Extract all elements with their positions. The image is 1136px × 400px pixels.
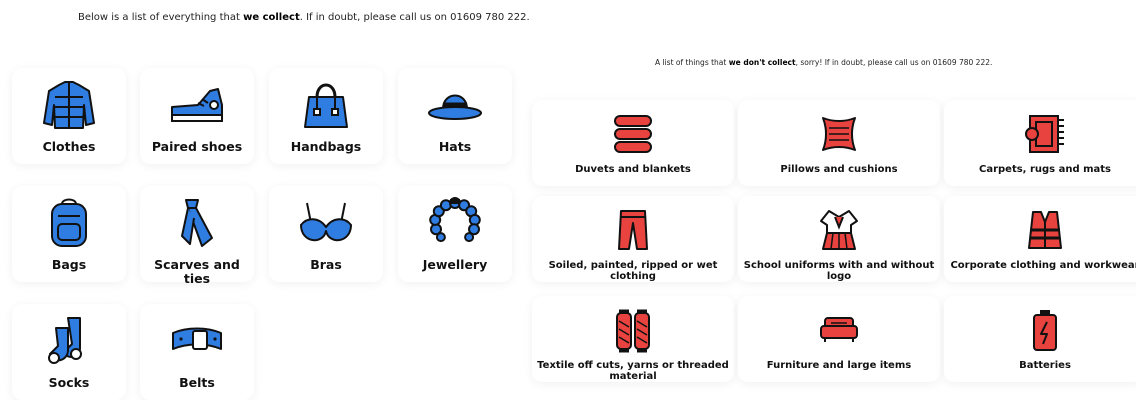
item-label: Hats bbox=[438, 139, 472, 154]
item-label: Belts bbox=[179, 375, 215, 390]
dont-collect-item-carpets: Carpets, rugs and mats bbox=[944, 100, 1136, 186]
bra-icon bbox=[297, 196, 355, 250]
collect-item-clothes: Clothes bbox=[12, 68, 126, 164]
item-label: Bras bbox=[310, 257, 342, 272]
rug-icon bbox=[1022, 110, 1068, 158]
belt-icon bbox=[167, 314, 227, 368]
collect-item-scarves-and-ties: Scarves and ties bbox=[140, 186, 254, 285]
item-label: Corporate clothing and workwear bbox=[950, 260, 1136, 271]
collect-item-bags: Bags bbox=[12, 186, 126, 282]
item-label: Handbags bbox=[290, 139, 362, 154]
trousers-icon bbox=[615, 206, 651, 254]
collect-item-bras: Bras bbox=[269, 186, 383, 282]
jacket-icon bbox=[41, 78, 97, 132]
necklace-icon bbox=[428, 196, 482, 250]
collect-item-hats: Hats bbox=[398, 68, 512, 164]
collect-item-handbags: Handbags bbox=[269, 68, 383, 164]
socks-icon bbox=[44, 314, 94, 368]
dont-collect-item-corporate-clothing: Corporate clothing and workwear bbox=[944, 196, 1136, 282]
item-label: Paired shoes bbox=[151, 139, 243, 154]
item-label: Clothes bbox=[42, 139, 96, 154]
collect-item-jewellery: Jewellery bbox=[398, 186, 512, 282]
item-label: Furniture and large items bbox=[766, 360, 912, 371]
dont-collect-item-furniture: Furniture and large items bbox=[738, 296, 940, 382]
hat-icon bbox=[427, 78, 483, 132]
collect-intro-text: Below is a list of everything that we co… bbox=[78, 12, 530, 23]
hi-vis-vest-icon bbox=[1025, 206, 1065, 254]
sneaker-icon bbox=[168, 78, 226, 132]
item-label: Bags bbox=[51, 257, 87, 272]
item-label: Jewellery bbox=[422, 257, 488, 272]
dont-collect-item-batteries: Batteries bbox=[944, 296, 1136, 382]
battery-icon bbox=[1030, 306, 1060, 354]
item-label: Socks bbox=[48, 375, 90, 390]
item-label: Pillows and cushions bbox=[780, 164, 898, 175]
item-label: Carpets, rugs and mats bbox=[978, 164, 1112, 175]
item-label: Duvets and blankets bbox=[575, 164, 691, 175]
backpack-icon bbox=[46, 196, 92, 250]
item-label: Batteries bbox=[1019, 360, 1071, 371]
sofa-icon bbox=[817, 306, 861, 354]
thread-spools-icon bbox=[613, 306, 653, 354]
dont-collect-item-duvets: Duvets and blankets bbox=[532, 100, 734, 186]
item-label: Soiled, painted, ripped or wet clothing bbox=[548, 260, 718, 282]
collect-item-paired-shoes: Paired shoes bbox=[140, 68, 254, 164]
dont-collect-item-school-uniforms: School uniforms with and without logo bbox=[738, 196, 940, 282]
pillow-icon bbox=[817, 110, 861, 158]
tie-icon bbox=[172, 196, 222, 250]
uniform-icon bbox=[817, 206, 861, 254]
dont-collect-item-pillows: Pillows and cushions bbox=[738, 100, 940, 186]
dont-collect-item-textile-off-cuts: Textile off cuts, yarns or threaded mate… bbox=[532, 296, 734, 382]
item-label: Textile off cuts, yarns or threaded mate… bbox=[537, 360, 729, 382]
dont-collect-intro-text: A list of things that we don't collect, … bbox=[655, 58, 993, 67]
collect-item-socks: Socks bbox=[12, 304, 126, 400]
dont-collect-item-soiled-clothing: Soiled, painted, ripped or wet clothing bbox=[532, 196, 734, 282]
blankets-icon bbox=[611, 110, 655, 158]
item-label: Scarves and ties bbox=[154, 257, 240, 286]
handbag-icon bbox=[301, 78, 351, 132]
item-label: School uniforms with and without logo bbox=[743, 260, 935, 282]
collect-item-belts: Belts bbox=[140, 304, 254, 400]
